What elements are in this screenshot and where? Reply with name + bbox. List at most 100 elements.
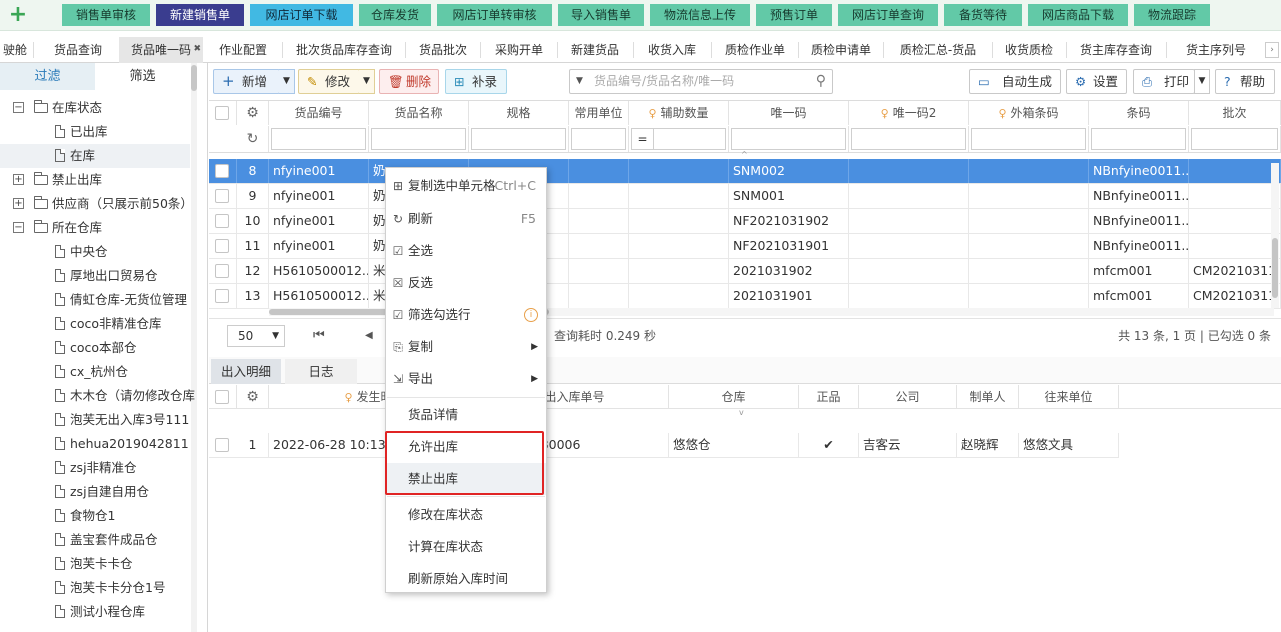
column-header[interactable]: 条码 — [1089, 101, 1189, 125]
detail-column-header[interactable]: 仓库 — [669, 385, 799, 409]
edit-dropdown-icon[interactable]: ▼ — [359, 69, 375, 94]
supplement-button[interactable]: ⊞ 补录 — [445, 69, 507, 94]
cell-qty[interactable] — [629, 259, 729, 283]
cell-uid2[interactable] — [849, 209, 969, 233]
cell-box[interactable] — [969, 259, 1089, 283]
delete-button[interactable]: 🗑 删除 — [379, 69, 439, 94]
cell-code[interactable]: H5610500012... — [269, 284, 369, 308]
tree-node[interactable]: 厚地出口贸易仓 — [0, 264, 190, 288]
tab-in-out-detail[interactable]: 出入明细 — [211, 359, 281, 384]
page-tab-5[interactable]: 货品批次 — [408, 37, 478, 63]
detail-row[interactable]: 12022-06-28 10:13:5202206280006悠悠仓✔吉客云赵晓… — [209, 433, 1119, 458]
tree-node[interactable]: + 禁止出库 — [0, 168, 190, 192]
page-tab-8[interactable]: 收货入库 — [636, 37, 708, 63]
column-filter-input[interactable] — [731, 128, 846, 150]
sidebar-tab-screen[interactable]: 筛选 — [95, 63, 190, 90]
prev-page-icon[interactable]: ◀ — [365, 325, 373, 347]
menu-item[interactable]: 货品详情 — [386, 399, 546, 431]
column-filter-input[interactable]: = — [631, 128, 726, 150]
cell-qty[interactable] — [629, 209, 729, 233]
cell-uid[interactable]: SNM002 — [729, 159, 849, 183]
tree-node[interactable]: coco非精准仓库 — [0, 312, 190, 336]
page-size-select[interactable]: 50 ▼ — [227, 325, 285, 347]
top-tab-4[interactable]: 网店订单转审核 — [437, 4, 552, 26]
cell-uid2[interactable] — [849, 159, 969, 183]
tree-node[interactable]: 泡芙无出入库3号111 — [0, 408, 190, 432]
tree-node[interactable]: zsj自建自用仓 — [0, 480, 190, 504]
detail-column-header[interactable]: 公司 — [859, 385, 957, 409]
tab-scroll-right-icon[interactable]: › — [1265, 42, 1279, 58]
cell-batch[interactable] — [1189, 209, 1281, 233]
column-header[interactable]: 货品编号 — [269, 101, 369, 125]
page-tab-14[interactable]: 货主序列号 — [1169, 37, 1263, 63]
detail-cell-creator[interactable]: 赵晓辉 — [957, 433, 1019, 457]
cell-qty[interactable] — [629, 159, 729, 183]
cell-barcode[interactable]: NBnfyine0011... — [1089, 184, 1189, 208]
column-header[interactable]: 货品名称 — [369, 101, 469, 125]
menu-item[interactable]: ⊞ 复制选中单元格 Ctrl+C — [386, 170, 546, 202]
select-all-checkbox[interactable] — [215, 106, 229, 120]
top-tab-3[interactable]: 仓库发货 — [359, 4, 431, 26]
collapse-icon[interactable]: − — [13, 102, 24, 113]
cell-batch[interactable]: CM20210311 — [1189, 284, 1281, 308]
page-tab-0[interactable]: 驶舱 — [0, 37, 30, 63]
menu-item[interactable]: 修改在库状态 — [386, 499, 546, 531]
tree-node[interactable]: cx_杭州仓 — [0, 360, 190, 384]
tree-node[interactable]: 已出库 — [0, 120, 190, 144]
column-settings-icon[interactable]: ⚙ — [237, 101, 269, 125]
cell-unit[interactable] — [569, 284, 629, 308]
grid-vertical-scrollbar[interactable] — [1271, 163, 1279, 308]
table-row[interactable]: 12 H5610500012... 米 2021031902 mfcm001 CM2021… — [209, 259, 1281, 284]
tree-node[interactable]: − 在库状态 — [0, 96, 190, 120]
cell-barcode[interactable]: mfcm001 — [1089, 259, 1189, 283]
cell-box[interactable] — [969, 159, 1089, 183]
cell-unit[interactable] — [569, 159, 629, 183]
menu-item[interactable]: 计算在库状态 — [386, 531, 546, 563]
search-dropdown-icon[interactable]: ▼ — [576, 70, 583, 93]
column-header[interactable]: 常用单位 — [569, 101, 629, 125]
row-checkbox[interactable] — [215, 214, 229, 228]
row-checkbox[interactable] — [215, 239, 229, 253]
cell-qty[interactable] — [629, 184, 729, 208]
collapse-icon[interactable]: − — [13, 222, 24, 233]
column-filter-input[interactable] — [371, 128, 466, 150]
top-tab-8[interactable]: 网店订单查询 — [838, 4, 938, 26]
cell-batch[interactable]: CM20210311 — [1189, 259, 1281, 283]
cell-code[interactable]: nfyine001 — [269, 184, 369, 208]
menu-item[interactable]: ↻ 刷新 F5 — [386, 203, 546, 235]
tree-node[interactable]: hehua2019042811 — [0, 432, 190, 456]
column-filter-input[interactable] — [851, 128, 966, 150]
cell-unit[interactable] — [569, 234, 629, 258]
tree-node[interactable]: 中央仓 — [0, 240, 190, 264]
menu-item[interactable]: ☒ 反选 — [386, 267, 546, 299]
table-row[interactable]: 13 H5610500012... 米 2021031901 mfcm001 CM2021… — [209, 284, 1281, 309]
page-tab-3[interactable]: 作业配置 — [208, 37, 278, 63]
column-header[interactable]: ♀ 外箱条码 — [969, 101, 1089, 125]
top-tab-0[interactable]: 销售单审核 — [62, 4, 150, 26]
cell-unit[interactable] — [569, 259, 629, 283]
detail-cell-genuine[interactable]: ✔ — [799, 433, 859, 457]
cell-unit[interactable] — [569, 209, 629, 233]
cell-uid[interactable]: 2021031901 — [729, 284, 849, 308]
detail-settings-icon[interactable]: ⚙ — [237, 385, 269, 409]
cell-barcode[interactable]: NBnfyine0011... — [1089, 209, 1189, 233]
detail-cell-warehouse[interactable]: 悠悠仓 — [669, 433, 799, 457]
tree-node[interactable]: 泡芙卡卡分仓1号 — [0, 576, 190, 600]
menu-item[interactable]: ☑ 筛选勾选行 i — [386, 299, 546, 331]
column-filter-input[interactable] — [271, 128, 366, 150]
cell-uid2[interactable] — [849, 259, 969, 283]
column-header[interactable]: 唯一码 — [729, 101, 849, 125]
tree-node[interactable]: 在库 — [0, 144, 190, 168]
tree-node[interactable]: 测试小程仓库 — [0, 600, 190, 624]
detail-select-all-checkbox[interactable] — [215, 390, 229, 404]
row-checkbox[interactable] — [215, 164, 229, 178]
tab-log[interactable]: 日志 — [285, 359, 357, 384]
cell-batch[interactable] — [1189, 184, 1281, 208]
filter-operator[interactable]: = — [632, 129, 654, 149]
first-page-icon[interactable]: ⏮ — [313, 325, 325, 347]
page-tab-4[interactable]: 批次货品库存查询 — [285, 37, 403, 63]
cell-uid[interactable]: NF2021031902 — [729, 209, 849, 233]
refresh-filter-icon[interactable]: ↻ — [237, 126, 269, 152]
edit-button[interactable]: ✎ 修改 — [298, 69, 360, 94]
cell-uid[interactable]: 2021031902 — [729, 259, 849, 283]
